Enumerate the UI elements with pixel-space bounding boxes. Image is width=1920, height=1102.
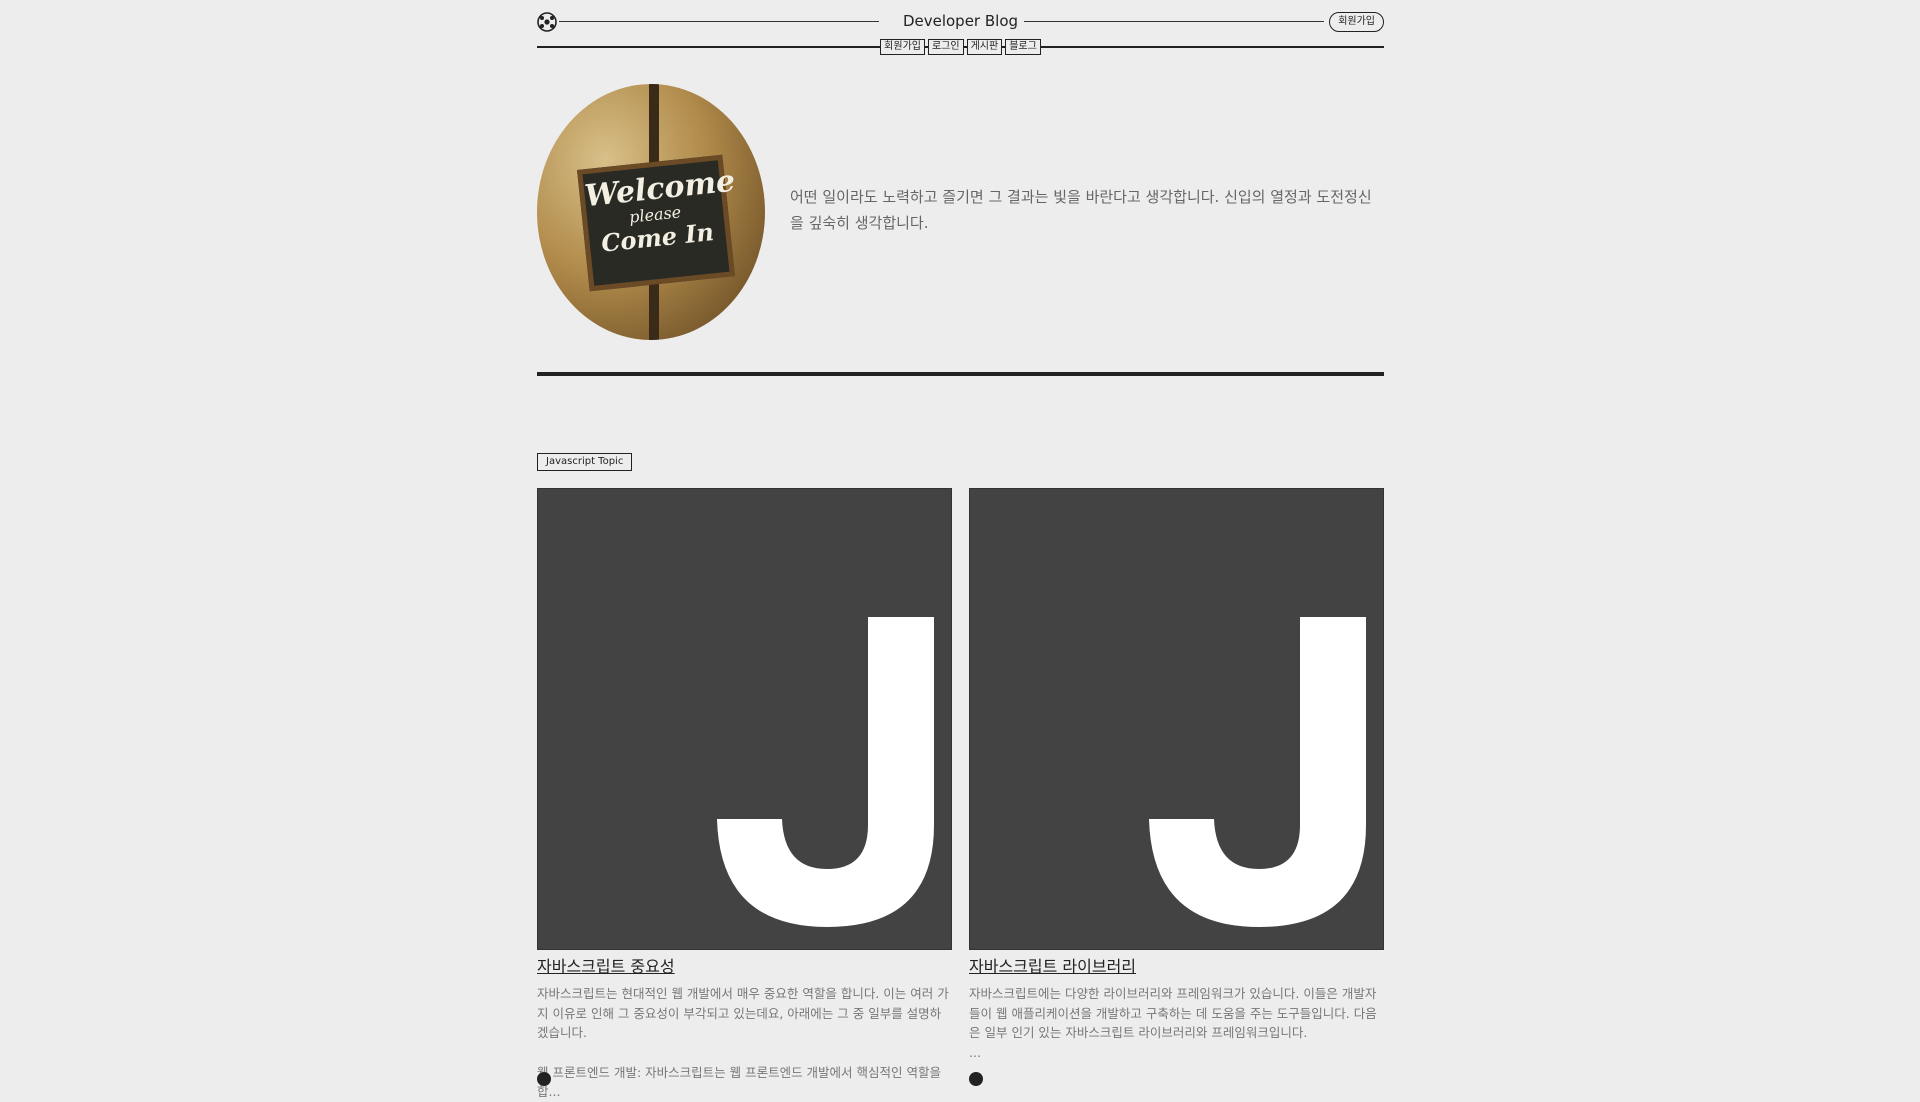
js-logo-icon xyxy=(1149,617,1366,927)
nav-item-board[interactable]: 게시판 xyxy=(966,39,1003,55)
welcome-sign: Welcome please Come In xyxy=(577,154,737,292)
post-thumbnail[interactable] xyxy=(537,488,952,950)
nav-item-signup[interactable]: 회원가입 xyxy=(880,39,925,55)
main-nav: 회원가입 로그인 게시판 블로그 xyxy=(537,39,1384,55)
post-thumbnail[interactable] xyxy=(969,488,1384,950)
section-divider xyxy=(537,372,1384,376)
topic-tag[interactable]: Javascript Topic xyxy=(537,453,633,471)
nav-item-login[interactable]: 로그인 xyxy=(927,39,964,55)
js-logo-icon xyxy=(717,617,934,927)
author-avatar-icon[interactable] xyxy=(537,1072,551,1086)
profile-section: Welcome please Come In 어떤 일이라도 노력하고 즐기면 … xyxy=(537,84,1384,340)
signup-button[interactable]: 회원가입 xyxy=(1329,12,1384,32)
post-card[interactable]: 자바스크립트 중요성 자바스크립트는 현대적인 웹 개발에서 매우 중요한 역할… xyxy=(537,488,952,1102)
author-avatar-icon[interactable] xyxy=(969,1072,983,1086)
post-card[interactable]: 자바스크립트 라이브러리 자바스크립트에는 다양한 라이브러리와 프레임워크가 … xyxy=(969,488,1384,1062)
site-title[interactable]: Developer Blog xyxy=(537,12,1384,30)
post-title[interactable]: 자바스크립트 라이브러리 xyxy=(969,956,1136,978)
profile-image: Welcome please Come In xyxy=(537,84,765,340)
page-container: Developer Blog 회원가입 회원가입 로그인 게시판 블로그 Wel… xyxy=(537,0,1384,1099)
post-excerpt: 자바스크립트는 현대적인 웹 개발에서 매우 중요한 역할을 합니다. 이는 여… xyxy=(537,986,949,1099)
nav-item-blog[interactable]: 블로그 xyxy=(1005,39,1041,55)
site-header: Developer Blog 회원가입 회원가입 로그인 게시판 블로그 xyxy=(537,0,1384,60)
post-excerpt: 자바스크립트에는 다양한 라이브러리와 프레임워크가 있습니다. 이들은 개발자… xyxy=(969,986,1377,1060)
post-title[interactable]: 자바스크립트 중요성 xyxy=(537,956,675,978)
intro-text: 어떤 일이라도 노력하고 즐기면 그 결과는 빛을 바란다고 생각합니다. 신입… xyxy=(790,188,1372,232)
